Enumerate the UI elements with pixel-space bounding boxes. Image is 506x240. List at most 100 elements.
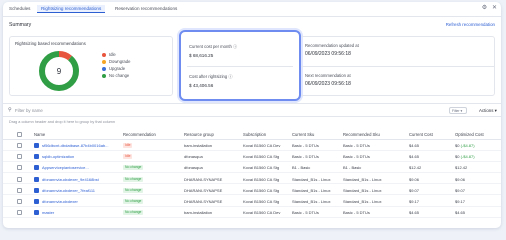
current-cost-cell: $9.06 <box>409 176 420 182</box>
next-value: 06/09/2023 09:56:18 <box>305 81 351 87</box>
savings-text: (-$4.87) <box>460 154 475 160</box>
optimized-cost-cell: $12.42 <box>455 165 468 171</box>
table-row[interactable]: sf56dbcnt-dbdatbase-87b4b0016ab... Idle ba… <box>3 141 501 151</box>
filter-input[interactable]: Filter by name <box>15 108 43 113</box>
optimized-cost-cell: $0 (-$4.87) <box>455 143 475 148</box>
info-icon[interactable]: ⓘ <box>233 44 237 49</box>
row-checkbox[interactable] <box>17 154 22 160</box>
row-checkbox[interactable] <box>17 210 22 216</box>
select-all-checkbox[interactable] <box>17 132 22 137</box>
close-icon[interactable]: ✕ <box>491 5 498 12</box>
recommended-sku-cell: Standard_B1s - Linux <box>343 187 382 193</box>
resource-name-link[interactable]: dfonannvizudxdexer <box>42 199 120 204</box>
actions-menu[interactable]: Actions ▾ <box>479 108 497 114</box>
recommendations-panel: Schedules Rightsizing recommendations Re… <box>3 2 501 228</box>
row-checkbox[interactable] <box>17 199 22 204</box>
subscription-cell: Kovai B1560 CA Stg <box>243 176 280 182</box>
current-sku-cell: Basic - 5 DTUs <box>292 143 319 148</box>
current-cost-cell: $4.65 <box>409 210 420 216</box>
current-cost-label: Current cost per month ⓘ <box>189 44 238 49</box>
current-sku-cell: Standard_B1s - Linux <box>292 187 331 193</box>
resource-type-icon <box>34 176 39 182</box>
current-sku-cell: B1 - Basic <box>292 165 311 171</box>
recommended-sku-cell: B1 - Basic <box>343 165 362 171</box>
legend-item-idle: Idle <box>102 51 130 58</box>
current-sku-cell: Basic - 5 DTUs <box>292 154 319 160</box>
recommendation-badge: Idle <box>123 143 133 148</box>
row-checkbox[interactable] <box>17 187 22 193</box>
tab-reservation[interactable]: Reservation recommendations <box>115 6 177 11</box>
column-header-recommended-sku[interactable]: Recommended Sku <box>343 132 380 137</box>
current-cost-cell: $4.65 <box>409 154 420 160</box>
recommendation-times-card: Recommendation updated at 06/09/2023 09:… <box>301 36 495 96</box>
subscription-cell: Kovai B1560 CA Stg <box>243 187 280 193</box>
optimized-cost-cell: $0 (-$4.87) <box>455 154 475 160</box>
settings-icon[interactable]: ⚙ <box>481 5 488 12</box>
column-header-current-cost[interactable]: Current Cost <box>409 132 433 137</box>
tab-rightsizing[interactable]: Rightsizing recommendations <box>37 5 106 13</box>
resource-group-cell: DHARANI-SYNAPSE <box>184 176 223 182</box>
resource-name-link[interactable]: master <box>42 210 120 215</box>
resource-group-cell: DHARANI-SYNAPSE <box>184 187 223 193</box>
after-cost-label: Cost after rightsizing ⓘ <box>189 74 233 79</box>
info-icon[interactable]: ⓘ <box>228 74 232 79</box>
recommendation-badge: No change <box>123 199 144 204</box>
summary-title: Summary <box>9 22 32 28</box>
column-header-resource-group[interactable]: Resource group <box>184 132 214 137</box>
subscription-cell: Kovai B1560 CA Stg <box>243 165 280 171</box>
rightsizing-donut-card: Rightsizing based recommendations 9 Idle… <box>9 36 173 96</box>
donut-card-label: Rightsizing based recommendations <box>15 41 86 46</box>
next-label: Next recommendation at <box>305 73 351 78</box>
resource-type-icon <box>34 210 39 216</box>
savings-text: (-$4.87) <box>460 143 475 148</box>
resource-name-link[interactable]: Appservicepiantoservice... <box>42 165 120 170</box>
table-row[interactable]: Appservicepiantoservice... No change dfona… <box>3 163 501 173</box>
optimized-cost-cell: $9.06 <box>455 176 466 182</box>
updated-label: Recommendation updated at <box>305 43 359 48</box>
recommendation-badge: No change <box>123 165 144 171</box>
recommended-sku-cell: Basic - 5 DTUs <box>343 143 370 148</box>
table-row[interactable]: dfonannvizudxdexer_9e4168bst No change DHA… <box>3 175 501 185</box>
resource-name-link[interactable]: dfonannvizudxdexer_7feaf111 <box>42 188 120 193</box>
resource-name-link[interactable]: dfonannvizudxdexer_9e4168bst <box>42 177 120 182</box>
recommendation-badge: Idle <box>123 154 133 160</box>
optimized-cost-cell: $9.07 <box>455 187 466 193</box>
table-row[interactable]: dfonannvizudxdexer_7feaf111 No change DHAR… <box>3 186 501 196</box>
optimized-cost-cell: $9.17 <box>455 199 466 204</box>
current-cost-cell: $9.17 <box>409 199 420 204</box>
column-header-optimized-cost[interactable]: Optimized Cost <box>455 132 484 137</box>
current-cost-value: $ 68,616.25 <box>189 53 214 58</box>
resource-group-cell: DHARANI-SYNAPSE <box>184 199 223 204</box>
legend-dot <box>102 67 106 71</box>
row-checkbox[interactable] <box>17 176 22 182</box>
legend-dot <box>102 53 106 57</box>
legend-dot <box>102 60 106 64</box>
refresh-recommendation-link[interactable]: Refresh recommendation <box>446 22 495 27</box>
divider <box>187 66 293 67</box>
subscription-cell: Kovai B1560 CA Dev <box>243 143 281 148</box>
group-drag-hint: Drag a column header and drop it here to… <box>9 120 115 124</box>
row-checkbox[interactable] <box>17 143 22 148</box>
table-row[interactable]: dfonannvizudxdexer No change DHARANI-SYNAP… <box>3 197 501 207</box>
subscription-cell: Kovai B1560 CA Stg <box>243 154 280 160</box>
resource-name-link[interactable]: sf56dbcnt-dbdatbase-87b4b0016ab... <box>42 143 120 148</box>
column-header-current-sku[interactable]: Current Sku <box>292 132 314 137</box>
donut-center-value: 9 <box>57 67 62 76</box>
table-header: Name Recommendation Resource group Subsc… <box>3 129 501 140</box>
current-cost-cell: $12.42 <box>409 165 422 171</box>
resource-name-link[interactable]: sqldb-optimization <box>42 154 120 159</box>
current-sku-cell: Standard_B1s - Linux <box>292 176 331 182</box>
resource-type-icon <box>34 165 39 171</box>
filter-select[interactable]: Filter ▾ <box>449 107 467 114</box>
table-row[interactable]: master No change bam-installation Kovai B15… <box>3 208 501 218</box>
after-cost-value: $ 43,406.56 <box>189 83 214 88</box>
column-header-recommendation[interactable]: Recommendation <box>123 132 156 137</box>
legend-item-no-change: No change <box>102 72 130 79</box>
recommendation-badge: No change <box>123 187 144 193</box>
table-row[interactable]: sqldb-optimization Idle dfonasqua Kovai B15… <box>3 152 501 162</box>
subscription-cell: Kovai B1560 CA Stg <box>243 199 280 204</box>
column-header-name[interactable]: Name <box>34 132 45 137</box>
row-checkbox[interactable] <box>17 165 22 171</box>
column-header-subscription[interactable]: Subscription <box>243 132 266 137</box>
tab-schedules[interactable]: Schedules <box>9 6 30 11</box>
